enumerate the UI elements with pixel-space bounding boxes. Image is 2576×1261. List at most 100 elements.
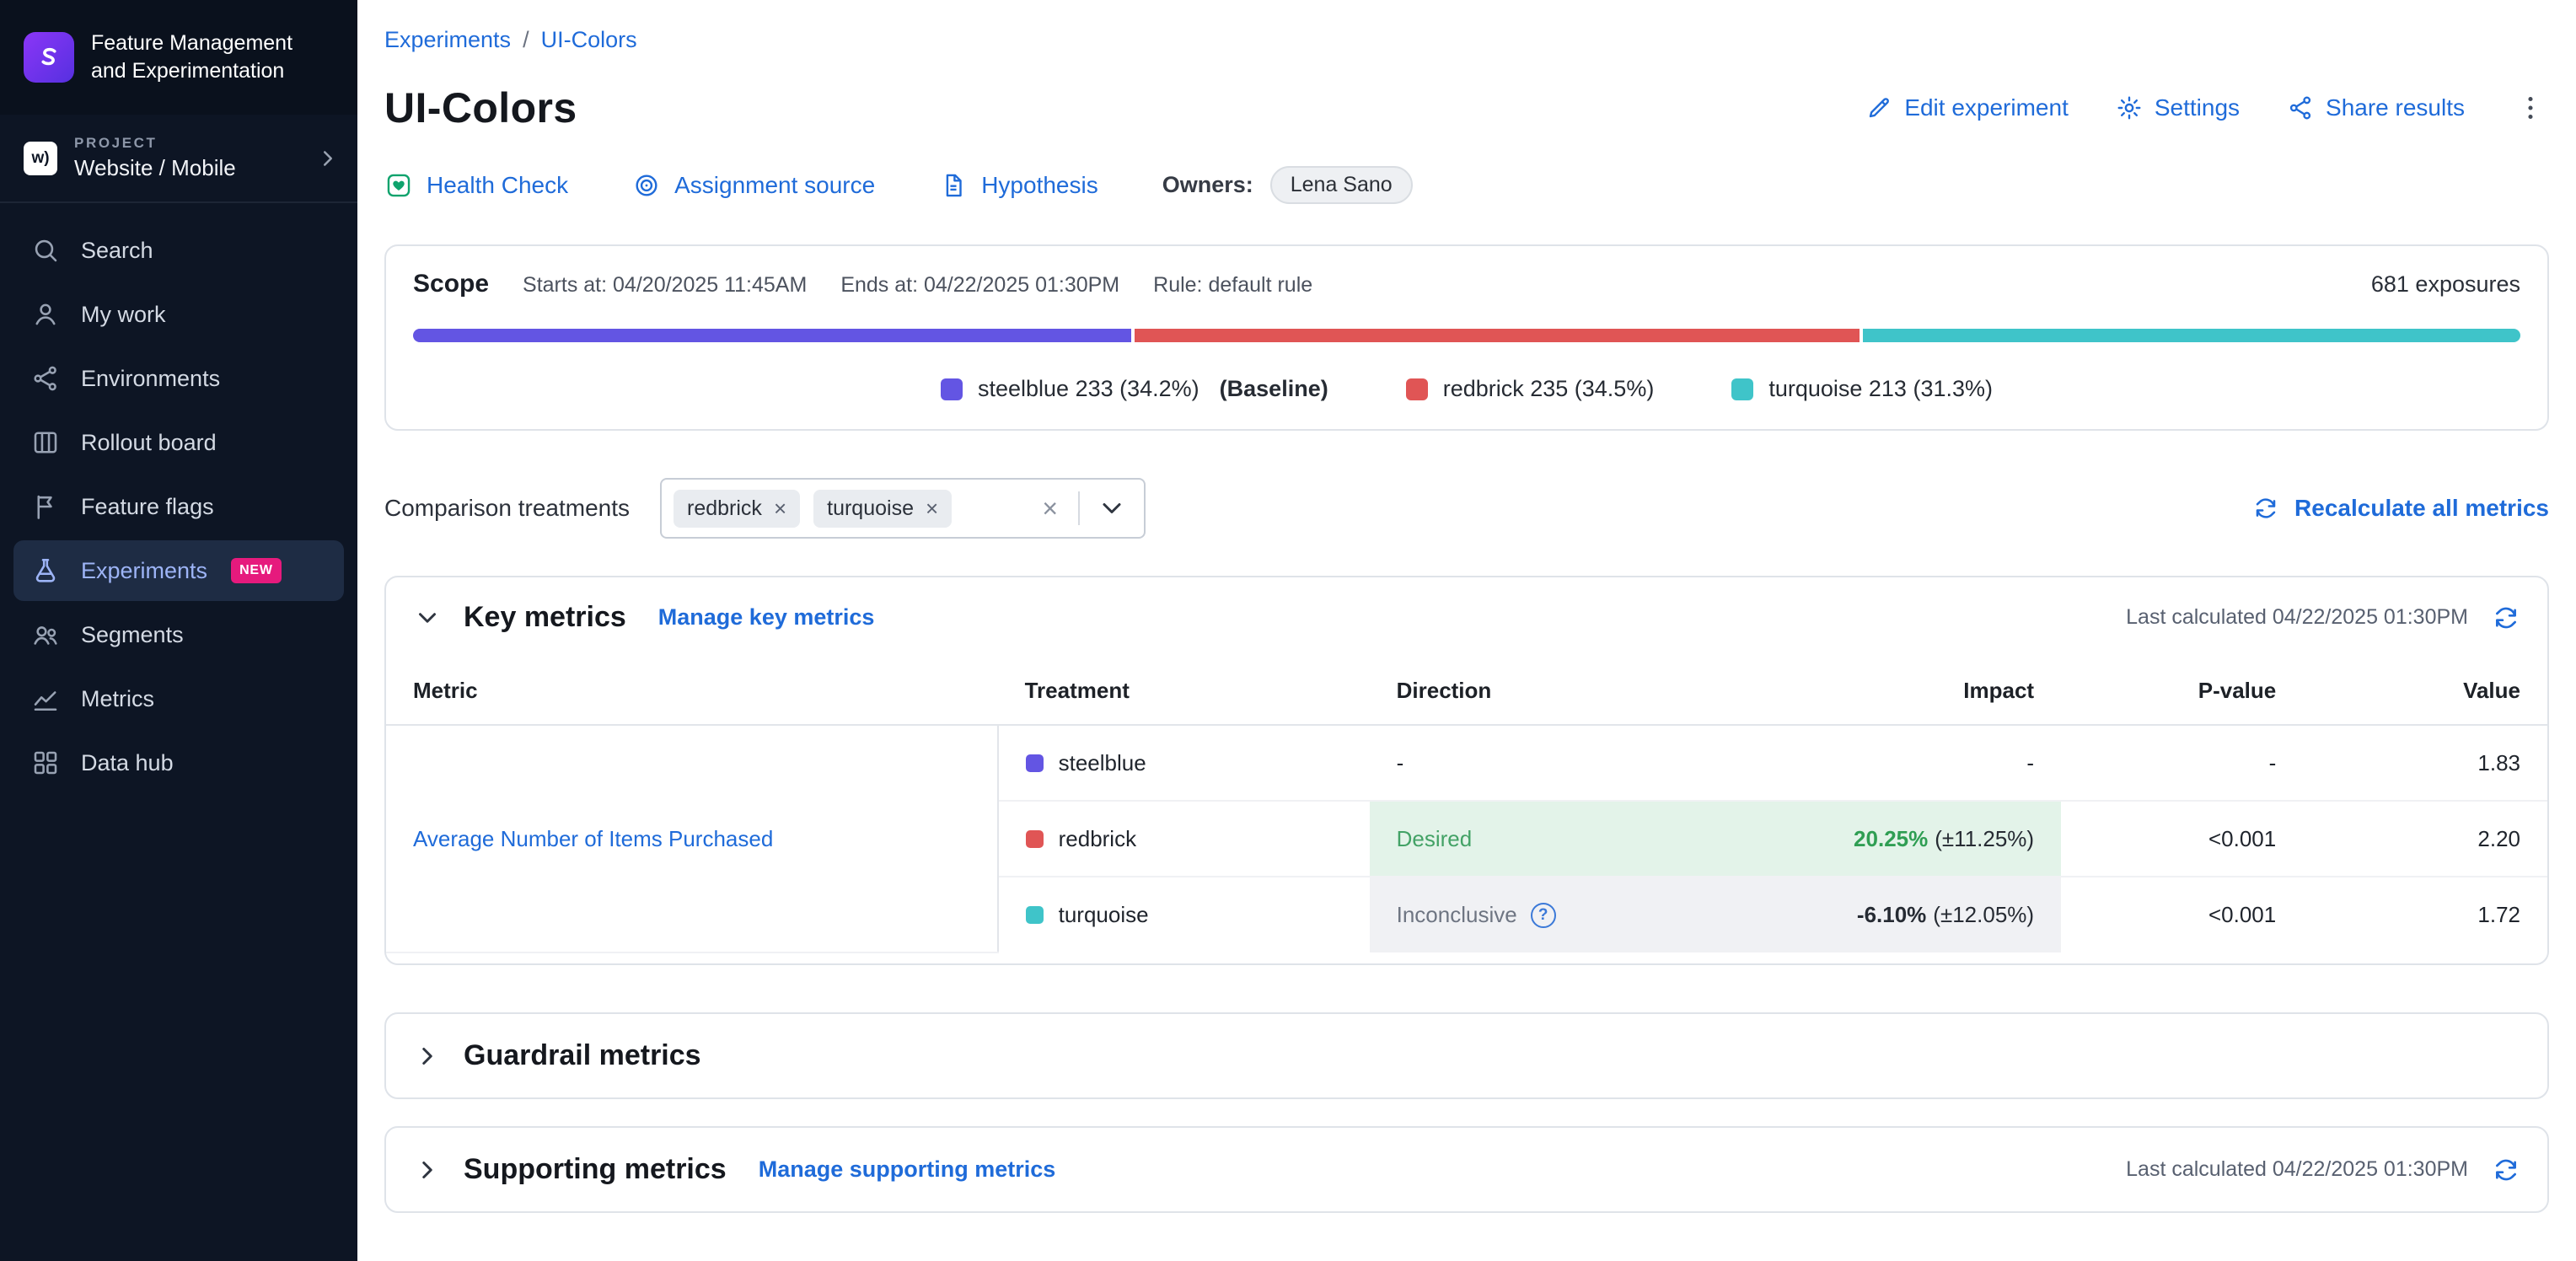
legend-swatch bbox=[941, 378, 963, 400]
flag-icon bbox=[30, 491, 61, 522]
legend-swatch bbox=[1731, 378, 1753, 400]
assignment-source-label: Assignment source bbox=[674, 172, 875, 199]
document-icon bbox=[939, 171, 968, 200]
title-row: UI-Colors Edit experiment Settings bbox=[384, 83, 2549, 132]
key-metrics-card: Key metrics Manage key metrics Last calc… bbox=[384, 576, 2549, 965]
clear-selection-icon[interactable] bbox=[1035, 495, 1065, 522]
sidebar-item-data-hub[interactable]: Data hub bbox=[13, 732, 344, 793]
health-check-label: Health Check bbox=[427, 172, 568, 199]
guardrail-metrics-card[interactable]: Guardrail metrics bbox=[384, 1012, 2549, 1099]
legend-item-redbrick: redbrick 235 (34.5%) bbox=[1406, 376, 1655, 402]
experiments-icon bbox=[30, 555, 61, 586]
sidebar-item-label: Segments bbox=[81, 622, 184, 648]
sidebar-item-metrics[interactable]: Metrics bbox=[13, 668, 344, 729]
table-header-row: Metric Treatment Direction Impact P-valu… bbox=[386, 657, 2547, 725]
col-header-pvalue: P-value bbox=[2061, 657, 2303, 725]
sidebar-item-my-work[interactable]: My work bbox=[13, 284, 344, 345]
search-icon bbox=[30, 235, 61, 266]
sidebar-item-rollout-board[interactable]: Rollout board bbox=[13, 412, 344, 473]
legend-label: turquoise 213 (31.3%) bbox=[1768, 376, 1993, 402]
legend-swatch bbox=[1406, 378, 1428, 400]
hypothesis-label: Hypothesis bbox=[981, 172, 1098, 199]
people-icon bbox=[30, 620, 61, 650]
legend-item-steelblue: steelblue 233 (34.2%) (Baseline) bbox=[941, 376, 1328, 402]
owner-chip[interactable]: Lena Sano bbox=[1270, 166, 1413, 204]
project-name: Website / Mobile bbox=[74, 155, 236, 181]
sidebar-item-label: Rollout board bbox=[81, 430, 217, 456]
sidebar-item-label: Feature flags bbox=[81, 494, 214, 520]
exposures-count: 681 exposures bbox=[2371, 271, 2520, 298]
brand-logo-icon bbox=[24, 32, 74, 83]
legend-label: redbrick 235 (34.5%) bbox=[1443, 376, 1655, 402]
sidebar-item-environments[interactable]: Environments bbox=[13, 348, 344, 409]
project-label: PROJECT bbox=[74, 135, 236, 152]
scope-rule: Rule: default rule bbox=[1153, 273, 1312, 298]
recalculate-label: Recalculate all metrics bbox=[2294, 495, 2549, 522]
treatments-multiselect[interactable]: redbrick turquoise bbox=[660, 478, 1146, 539]
chevron-right-icon bbox=[315, 146, 341, 171]
chip-remove-icon[interactable] bbox=[774, 497, 786, 519]
gear-icon bbox=[2116, 94, 2143, 121]
key-metrics-table: Metric Treatment Direction Impact P-valu… bbox=[386, 657, 2547, 953]
assignment-source-link[interactable]: Assignment source bbox=[632, 171, 875, 200]
breadcrumb-experiments-link[interactable]: Experiments bbox=[384, 27, 511, 53]
supporting-metrics-card[interactable]: Supporting metrics Manage supporting met… bbox=[384, 1126, 2549, 1213]
treatment-cell: turquoise bbox=[998, 877, 1370, 952]
treatment-cell: steelblue bbox=[998, 725, 1370, 801]
impact-cell: -6.10%(±12.05%) bbox=[1789, 877, 2061, 952]
exposure-legend: steelblue 233 (34.2%) (Baseline) redbric… bbox=[413, 376, 2520, 402]
comparison-label: Comparison treatments bbox=[384, 495, 630, 522]
select-divider bbox=[1078, 491, 1080, 525]
project-switcher[interactable]: w) PROJECT Website / Mobile bbox=[0, 115, 357, 203]
pvalue-cell: <0.001 bbox=[2061, 877, 2303, 952]
owners-label: Owners: bbox=[1162, 172, 1253, 198]
info-icon[interactable] bbox=[1531, 903, 1556, 928]
key-metrics-header[interactable]: Key metrics Manage key metrics Last calc… bbox=[386, 577, 2547, 657]
bar-segment-steelblue bbox=[413, 329, 1131, 342]
legend-label: steelblue 233 (34.2%) bbox=[978, 376, 1199, 402]
scope-header: Scope Starts at: 04/20/2025 11:45AM Ends… bbox=[413, 270, 2520, 298]
hypothesis-link[interactable]: Hypothesis bbox=[939, 171, 1098, 200]
col-header-metric: Metric bbox=[386, 657, 998, 725]
app-title-line2: and Experimentation bbox=[91, 57, 292, 85]
sidebar-nav: Search My work Environments Rollout boar… bbox=[0, 203, 357, 810]
supporting-metrics-title: Supporting metrics bbox=[464, 1153, 727, 1186]
impact-cell: 20.25%(±11.25%) bbox=[1789, 801, 2061, 877]
sidebar-item-label: Environments bbox=[81, 366, 220, 392]
share-results-button[interactable]: Share results bbox=[2287, 94, 2465, 121]
manage-supporting-metrics-link[interactable]: Manage supporting metrics bbox=[759, 1156, 1056, 1183]
sidebar-item-label: My work bbox=[81, 302, 166, 328]
refresh-icon[interactable] bbox=[2492, 604, 2520, 632]
key-metrics-title: Key metrics bbox=[464, 601, 626, 634]
refresh-icon[interactable] bbox=[2492, 1156, 2520, 1184]
sidebar-item-search[interactable]: Search bbox=[13, 220, 344, 281]
more-options-button[interactable] bbox=[2512, 89, 2549, 126]
exposure-stacked-bar bbox=[413, 329, 2520, 342]
scope-ends: Ends at: 04/22/2025 01:30PM bbox=[840, 273, 1119, 298]
breadcrumb-current-link[interactable]: UI-Colors bbox=[541, 27, 637, 53]
user-icon bbox=[30, 299, 61, 330]
treatment-chip-redbrick: redbrick bbox=[674, 490, 800, 528]
share-icon bbox=[2287, 94, 2314, 121]
sidebar-item-segments[interactable]: Segments bbox=[13, 604, 344, 665]
treatment-name: steelblue bbox=[1059, 750, 1146, 776]
chip-remove-icon[interactable] bbox=[926, 497, 938, 519]
last-calculated-text: Last calculated 04/22/2025 01:30PM bbox=[2126, 1157, 2468, 1182]
sidebar-item-label: Experiments bbox=[81, 558, 207, 584]
edit-experiment-button[interactable]: Edit experiment bbox=[1865, 94, 2069, 121]
health-check-link[interactable]: Health Check bbox=[384, 171, 568, 200]
metric-cell: Average Number of Items Purchased bbox=[386, 725, 998, 952]
page-title: UI-Colors bbox=[384, 83, 577, 132]
treatment-chip-turquoise: turquoise bbox=[813, 490, 952, 528]
metric-name-link[interactable]: Average Number of Items Purchased bbox=[413, 826, 773, 851]
sidebar-item-feature-flags[interactable]: Feature flags bbox=[13, 476, 344, 537]
sidebar-item-experiments[interactable]: Experiments NEW bbox=[13, 540, 344, 601]
recalculate-all-metrics-button[interactable]: Recalculate all metrics bbox=[2252, 495, 2549, 522]
treatment-cell: redbrick bbox=[998, 801, 1370, 877]
treatment-name: redbrick bbox=[1059, 826, 1136, 852]
owners-group: Owners: Lena Sano bbox=[1162, 166, 1413, 204]
settings-button[interactable]: Settings bbox=[2116, 94, 2240, 121]
manage-key-metrics-link[interactable]: Manage key metrics bbox=[658, 604, 875, 630]
chevron-down-icon[interactable] bbox=[1093, 493, 1130, 523]
treatment-swatch bbox=[1026, 754, 1044, 772]
